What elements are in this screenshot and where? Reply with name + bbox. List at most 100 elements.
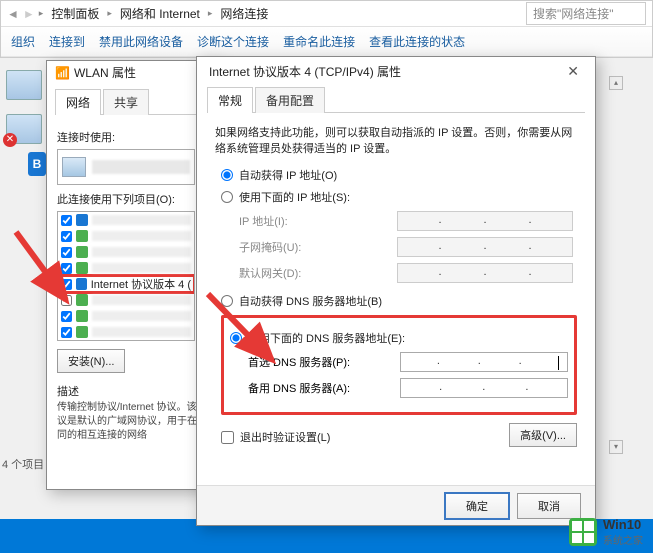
wlan-icon: 📶 <box>55 66 70 80</box>
proto-icon <box>76 326 88 338</box>
toolbar-status[interactable]: 查看此连接的状态 <box>369 33 465 50</box>
ipv4-intro-text: 如果网络支持此功能，则可以获取自动指派的 IP 设置。否则，你需要从网络系统管理… <box>215 125 577 157</box>
radio-auto-dns-input[interactable] <box>221 295 233 307</box>
preferred-dns-field[interactable]: ... <box>400 352 568 372</box>
radio-auto-ip[interactable]: 自动获得 IP 地址(O) <box>221 167 577 183</box>
toolbar-rename[interactable]: 重命名此连接 <box>283 33 355 50</box>
radio-auto-dns[interactable]: 自动获得 DNS 服务器地址(B) <box>221 293 577 309</box>
alternate-dns-field[interactable]: ... <box>400 378 568 398</box>
proto-check[interactable] <box>61 231 72 242</box>
explorer-window: ◄ ► ▸ 控制面板 ▸ 网络和 Internet ▸ 网络连接 搜索"网络连接… <box>0 0 653 58</box>
proto-text-blurred <box>92 247 191 257</box>
wlan-title: WLAN 属性 <box>74 64 136 81</box>
proto-ipv4-check[interactable] <box>61 279 72 290</box>
proto-text-blurred <box>92 311 191 321</box>
dns-mode-group: 自动获得 DNS 服务器地址(B) 使用下面的 DNS 服务器地址(E): 首选… <box>221 293 577 415</box>
ipv4-title: Internet 协议版本 4 (TCP/IPv4) 属性 <box>209 63 401 80</box>
adapter-small-icon <box>62 157 86 177</box>
tab-general[interactable]: 常规 <box>207 87 253 113</box>
subnet-mask-field: ... <box>397 237 573 257</box>
protocol-list[interactable]: Internet 协议版本 4 ( <box>57 211 195 341</box>
proto-icon <box>76 262 88 274</box>
proto-icon <box>76 278 87 290</box>
proto-check[interactable] <box>61 327 72 338</box>
proto-icon <box>76 294 88 306</box>
advanced-button[interactable]: 高级(V)... <box>509 423 577 447</box>
cancel-button[interactable]: 取消 <box>517 493 581 519</box>
wlan-title-bar: 📶 WLAN 属性 <box>47 61 219 84</box>
validate-on-exit-checkbox[interactable] <box>221 431 234 444</box>
watermark-subtitle: 系统之家 <box>603 532 643 547</box>
tab-network[interactable]: 网络 <box>55 89 101 115</box>
radio-manual-ip-input[interactable] <box>221 191 233 203</box>
tab-sharing[interactable]: 共享 <box>103 89 149 115</box>
radio-auto-dns-label: 自动获得 DNS 服务器地址(B) <box>239 293 382 309</box>
toolbar-diagnose[interactable]: 诊断这个连接 <box>197 33 269 50</box>
gateway-field: ... <box>397 263 573 283</box>
breadcrumb: ◄ ► ▸ 控制面板 ▸ 网络和 Internet ▸ 网络连接 搜索"网络连接… <box>1 1 652 27</box>
radio-auto-ip-input[interactable] <box>221 169 233 181</box>
proto-icon <box>76 230 88 242</box>
alternate-dns-label: 备用 DNS 服务器(A): <box>248 380 392 396</box>
proto-icon <box>76 310 88 322</box>
watermark-logo-icon <box>569 518 597 546</box>
proto-icon <box>76 214 88 226</box>
proto-ipv4-label: Internet 协议版本 4 ( <box>91 276 191 292</box>
adapter-name-blurred <box>92 160 190 174</box>
tab-alt-config[interactable]: 备用配置 <box>255 87 325 113</box>
proto-text-blurred <box>92 215 191 225</box>
proto-icon <box>76 246 88 258</box>
proto-check[interactable] <box>61 263 72 274</box>
ip-address-field: ... <box>397 211 573 231</box>
proto-check[interactable] <box>61 215 72 226</box>
preferred-dns-label: 首选 DNS 服务器(P): <box>248 354 392 370</box>
description-text: 传输控制协议/Internet 协议。该协议是默认的广域网协议，用于在不同的相互… <box>57 401 209 443</box>
scroll-up-icon[interactable]: ▴ <box>609 76 623 90</box>
dialog-footer: 确定 取消 <box>197 485 595 525</box>
ok-button[interactable]: 确定 <box>445 493 509 519</box>
toolbar-organize[interactable]: 组织 <box>11 33 35 50</box>
gateway-label: 默认网关(D): <box>239 265 389 281</box>
crumb-control-panel[interactable]: 控制面板 <box>47 3 103 24</box>
dns-highlight-box: 使用下面的 DNS 服务器地址(E): 首选 DNS 服务器(P):... 备用… <box>221 315 577 415</box>
explorer-toolbar: 组织 连接到 禁用此网络设备 诊断这个连接 重命名此连接 查看此连接的状态 <box>1 27 652 57</box>
radio-manual-dns-input[interactable] <box>230 332 242 344</box>
toolbar-connect[interactable]: 连接到 <box>49 33 85 50</box>
adapter-select[interactable] <box>57 149 195 185</box>
connect-using-label: 连接时使用: <box>57 129 209 145</box>
crumb-network-internet[interactable]: 网络和 Internet <box>116 3 204 24</box>
close-button[interactable]: ✕ <box>561 63 585 80</box>
radio-manual-dns[interactable]: 使用下面的 DNS 服务器地址(E): <box>230 330 568 346</box>
proto-check[interactable] <box>61 247 72 258</box>
proto-text-blurred <box>92 327 191 337</box>
radio-manual-dns-label: 使用下面的 DNS 服务器地址(E): <box>248 330 405 346</box>
watermark: Win10 系统之家 <box>569 517 643 547</box>
items-label: 此连接使用下列项目(O): <box>57 191 209 207</box>
bluetooth-icon[interactable]: B <box>28 152 46 176</box>
radio-manual-ip[interactable]: 使用下面的 IP 地址(S): <box>221 189 577 205</box>
toolbar-disable[interactable]: 禁用此网络设备 <box>99 33 183 50</box>
proto-text-blurred <box>92 263 191 273</box>
adapter-disabled-icon[interactable] <box>6 114 42 144</box>
ip-mode-group: 自动获得 IP 地址(O) 使用下面的 IP 地址(S): IP 地址(I):.… <box>221 167 577 283</box>
ip-address-label: IP 地址(I): <box>239 213 389 229</box>
radio-auto-ip-label: 自动获得 IP 地址(O) <box>239 167 337 183</box>
radio-manual-ip-label: 使用下面的 IP 地址(S): <box>239 189 350 205</box>
validate-on-exit-label: 退出时验证设置(L) <box>240 429 330 445</box>
proto-ipv4-row[interactable]: Internet 协议版本 4 ( <box>58 276 194 292</box>
nav-back-icon[interactable]: ◄ <box>7 7 19 21</box>
ipv4-properties-dialog: Internet 协议版本 4 (TCP/IPv4) 属性 ✕ 常规 备用配置 … <box>196 56 596 526</box>
crumb-network-connections[interactable]: 网络连接 <box>216 3 272 24</box>
nav-fwd-icon[interactable]: ► <box>23 7 35 21</box>
adapter-icon[interactable] <box>6 70 42 100</box>
proto-text-blurred <box>92 295 191 305</box>
search-input[interactable]: 搜索"网络连接" <box>526 2 646 25</box>
adapter-icons: B <box>6 70 46 176</box>
proto-text-blurred <box>92 231 191 241</box>
install-button[interactable]: 安装(N)... <box>57 349 125 373</box>
scroll-down-icon[interactable]: ▾ <box>609 440 623 454</box>
watermark-title: Win10 <box>603 517 643 532</box>
proto-check[interactable] <box>61 311 72 322</box>
proto-check[interactable] <box>61 295 72 306</box>
subnet-mask-label: 子网掩码(U): <box>239 239 389 255</box>
